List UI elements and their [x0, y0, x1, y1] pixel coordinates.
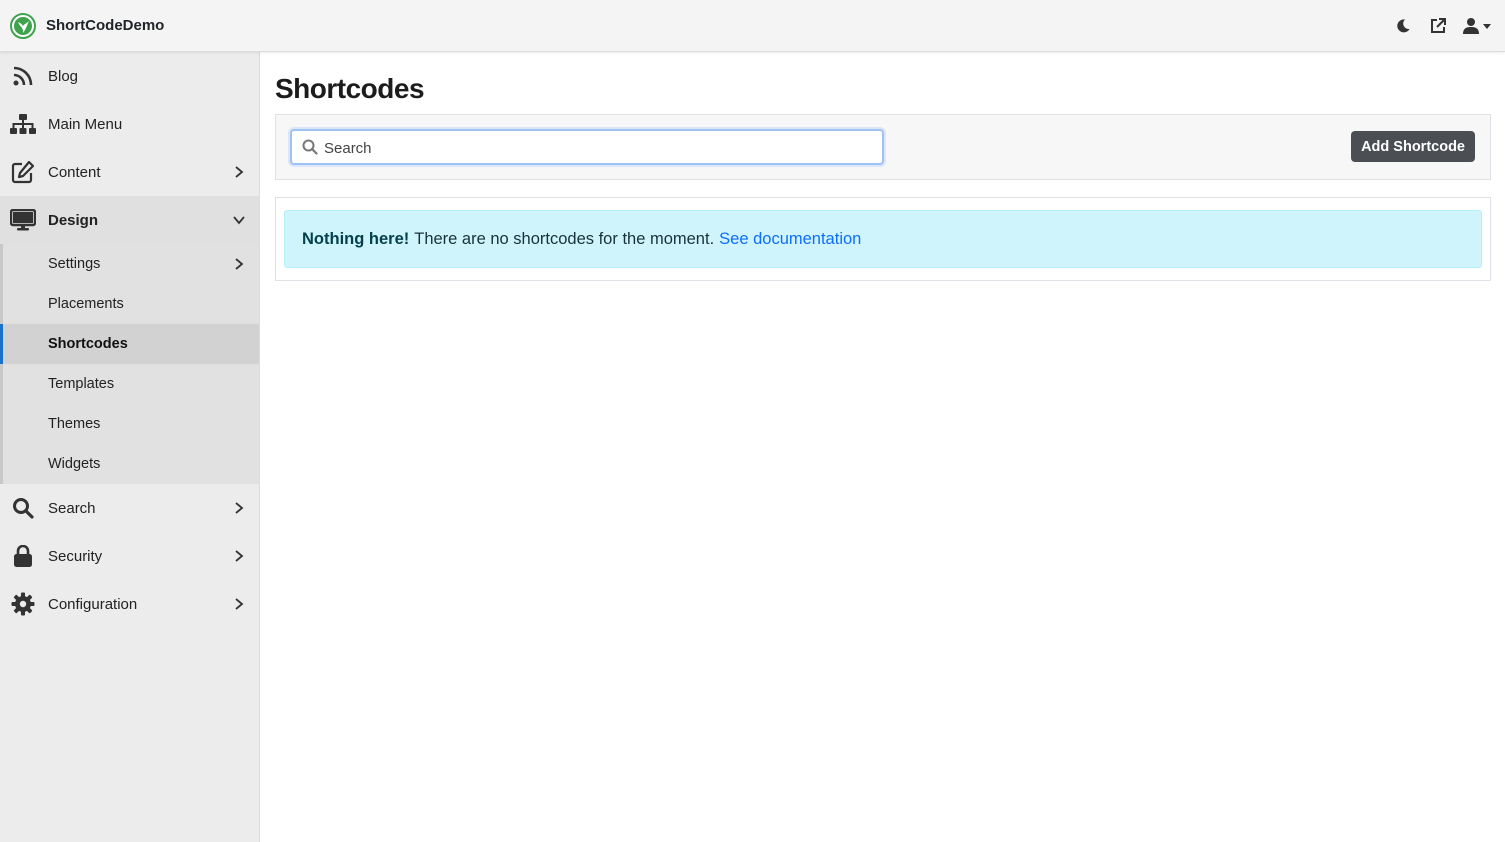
top-navbar: ShortCodeDemo: [0, 0, 1505, 52]
sidebar-item-label: Main Menu: [48, 115, 123, 133]
external-link-icon[interactable]: [1428, 16, 1448, 36]
page-title: Shortcodes: [275, 73, 425, 104]
chevron-right-icon: [233, 550, 245, 562]
sidebar: Blog Main Menu Content Design Settings P…: [0, 52, 260, 842]
sidebar-item-label: Search: [48, 499, 96, 517]
toolbar: Add Shortcode: [275, 114, 1491, 180]
search-box[interactable]: [290, 129, 884, 165]
search-icon: [302, 139, 318, 155]
search-icon: [10, 495, 36, 521]
sidebar-item-settings[interactable]: Settings: [3, 244, 259, 284]
sidebar-item-search[interactable]: Search: [0, 484, 259, 532]
sidebar-item-templates[interactable]: Templates: [3, 364, 259, 404]
navbar-actions: [1378, 0, 1491, 52]
sidebar-item-shortcodes[interactable]: Shortcodes: [0, 324, 259, 364]
chevron-down-icon: [233, 214, 245, 226]
desktop-icon: [10, 207, 36, 233]
alert-message: There are no shortcodes for the moment.: [414, 229, 715, 248]
sidebar-item-label: Blog: [48, 67, 79, 85]
gear-icon: [10, 591, 36, 617]
sidebar-item-main-menu[interactable]: Main Menu: [0, 100, 259, 148]
sitemap-icon: [10, 111, 36, 137]
sidebar-item-configuration[interactable]: Configuration: [0, 580, 259, 628]
caret-down-icon: [1483, 23, 1491, 29]
sidebar-item-label: Placements: [48, 296, 124, 312]
alert-heading: Nothing here!: [302, 229, 410, 248]
sidebar-item-themes[interactable]: Themes: [3, 404, 259, 444]
sidebar-item-label: Settings: [48, 256, 101, 272]
sidebar-item-blog[interactable]: Blog: [0, 52, 259, 100]
documentation-link[interactable]: See documentation: [719, 230, 861, 249]
brand[interactable]: ShortCodeDemo: [10, 12, 165, 39]
edit-icon: [10, 159, 36, 185]
brand-name: ShortCodeDemo: [46, 17, 165, 34]
sidebar-item-label: Security: [48, 547, 103, 565]
sidebar-item-label: Widgets: [48, 456, 101, 472]
sidebar-item-content[interactable]: Content: [0, 148, 259, 196]
add-shortcode-button[interactable]: Add Shortcode: [1351, 131, 1475, 162]
sidebar-item-widgets[interactable]: Widgets: [3, 444, 259, 484]
search-input[interactable]: [324, 137, 864, 159]
shortcodes-card: Nothing here! There are no shortcodes fo…: [275, 197, 1491, 281]
moon-icon[interactable]: [1393, 16, 1413, 36]
sidebar-item-placements[interactable]: Placements: [3, 284, 259, 324]
sidebar-item-label: Themes: [48, 416, 101, 432]
brand-logo-icon: [10, 12, 36, 39]
design-submenu: Settings Placements Shortcodes Templates…: [0, 244, 259, 484]
chevron-right-icon: [233, 502, 245, 514]
sidebar-item-label: Configuration: [48, 595, 138, 613]
user-menu[interactable]: [1463, 17, 1491, 35]
lock-icon: [10, 543, 36, 569]
empty-state-alert: Nothing here! There are no shortcodes fo…: [284, 210, 1482, 268]
chevron-right-icon: [233, 598, 245, 610]
chevron-right-icon: [233, 166, 245, 178]
sidebar-item-label: Design: [48, 211, 99, 229]
chevron-right-icon: [233, 258, 245, 270]
sidebar-item-label: Shortcodes: [48, 336, 128, 352]
sidebar-item-security[interactable]: Security: [0, 532, 259, 580]
sidebar-item-label: Content: [48, 163, 101, 181]
sidebar-item-design[interactable]: Design: [0, 196, 259, 244]
sidebar-item-label: Templates: [48, 376, 115, 392]
main-content: Shortcodes Add Shortcode Nothing here! T…: [275, 52, 1491, 281]
rss-icon: [10, 63, 36, 89]
user-icon: [1463, 17, 1479, 35]
